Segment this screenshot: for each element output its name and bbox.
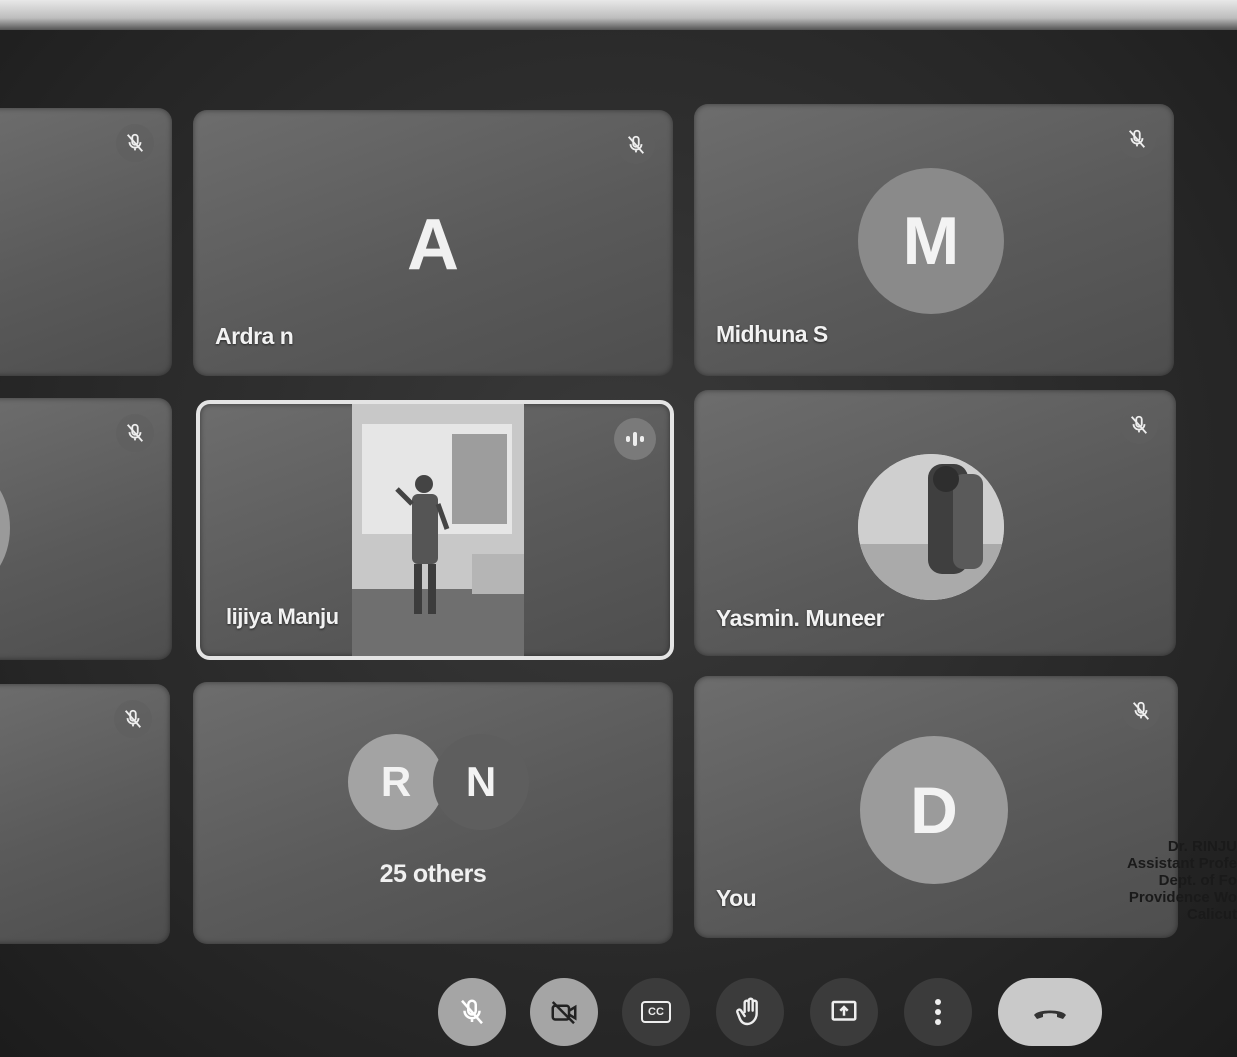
camera-toggle-button[interactable] bbox=[530, 978, 598, 1046]
microphone-toggle-button[interactable] bbox=[438, 978, 506, 1046]
avatar: D bbox=[860, 736, 1008, 884]
mic-off-icon bbox=[116, 414, 154, 452]
participant-tile-yasmin[interactable]: Yasmin. Muneer bbox=[694, 390, 1176, 656]
stamp-line: Calicut bbox=[1186, 906, 1237, 923]
closed-captions-icon: CC bbox=[641, 1001, 671, 1023]
leave-call-button[interactable] bbox=[998, 978, 1102, 1046]
participant-tile-lijiya[interactable]: lijiya Manju bbox=[196, 400, 674, 660]
captions-button[interactable]: CC bbox=[622, 978, 690, 1046]
more-options-button[interactable] bbox=[904, 978, 972, 1046]
participant-tile-partial-2[interactable] bbox=[0, 398, 172, 660]
more-vert-icon bbox=[935, 999, 941, 1025]
participant-name: Yasmin. Muneer bbox=[716, 605, 885, 631]
video-feed bbox=[352, 404, 524, 656]
avatar-others-2: N bbox=[433, 734, 529, 830]
mic-off-icon bbox=[114, 700, 152, 738]
paper-edge bbox=[0, 0, 1237, 30]
camera-off-icon bbox=[551, 1001, 577, 1025]
participant-tile-ardra[interactable]: A Ardra n bbox=[193, 110, 673, 376]
end-call-icon bbox=[1034, 1010, 1066, 1019]
mic-off-icon bbox=[116, 124, 154, 162]
mic-off-icon bbox=[617, 126, 655, 164]
avatar: M bbox=[858, 168, 1004, 314]
avatar-others-1: R bbox=[348, 734, 444, 830]
participant-name: Midhuna S bbox=[716, 321, 828, 347]
present-screen-icon bbox=[831, 1000, 857, 1021]
mic-off-icon bbox=[461, 999, 483, 1025]
stamp-line: Assistant Profe bbox=[1126, 855, 1237, 872]
others-tile[interactable]: R N 25 others bbox=[193, 682, 673, 944]
meeting-screen: A Ardra n M Midhuna S lijiya Manju Yasmi… bbox=[0, 0, 1237, 1057]
call-controls-bar: CC bbox=[0, 970, 1237, 1057]
photo-avatar bbox=[858, 454, 1004, 600]
raise-hand-button[interactable] bbox=[716, 978, 784, 1046]
mic-off-icon bbox=[1122, 692, 1160, 730]
hand-icon bbox=[736, 997, 758, 1026]
mic-off-icon bbox=[1118, 120, 1156, 158]
participant-tile-partial-1[interactable] bbox=[0, 108, 172, 376]
others-count: 25 others bbox=[379, 860, 487, 888]
signature-stamp: Dr. RINJU Assistant Profe Dept. of Fo Pr… bbox=[1097, 838, 1237, 923]
mic-off-icon bbox=[1120, 406, 1158, 444]
speaking-indicator-icon bbox=[614, 418, 656, 460]
stamp-line: Dept. of Fo bbox=[1158, 872, 1237, 889]
participant-tile-midhuna[interactable]: M Midhuna S bbox=[694, 104, 1174, 376]
avatar-partial bbox=[0, 468, 10, 588]
avatar-initial: A bbox=[407, 205, 459, 285]
participant-name: You bbox=[716, 885, 757, 911]
participant-name: lijiya Manju bbox=[226, 604, 339, 629]
participant-tile-partial-3[interactable] bbox=[0, 684, 170, 944]
stamp-line: Dr. RINJU bbox=[1167, 838, 1237, 855]
video-scene bbox=[352, 404, 524, 656]
stamp-line: Providence Wo bbox=[1128, 889, 1237, 906]
present-screen-button[interactable] bbox=[810, 978, 878, 1046]
participant-name: Ardra n bbox=[215, 323, 294, 349]
